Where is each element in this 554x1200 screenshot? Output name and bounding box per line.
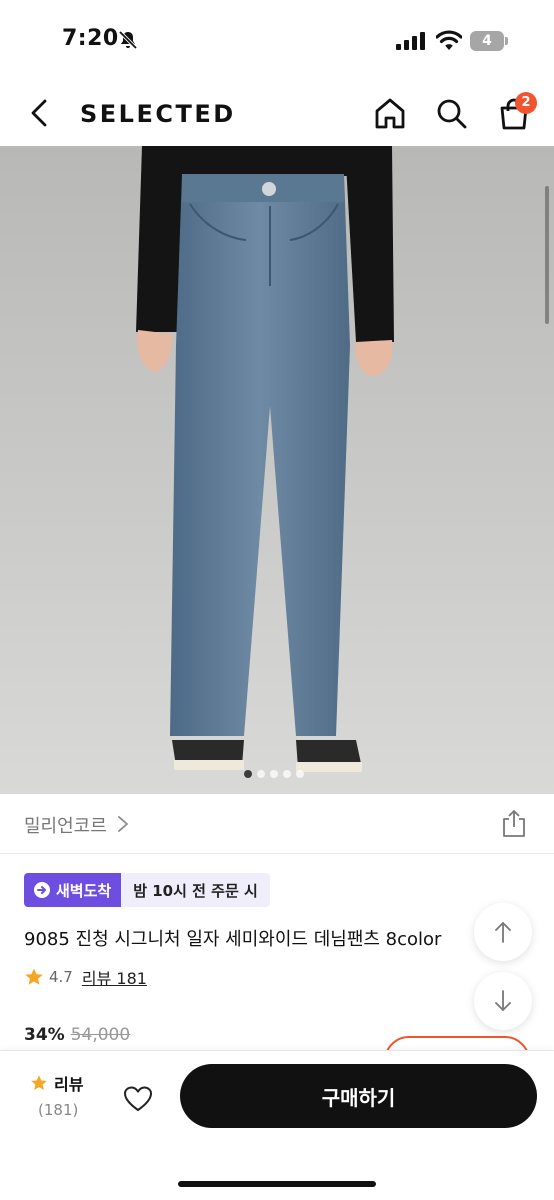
dawn-delivery-label: 새벽도착 [56, 881, 112, 900]
buy-button[interactable]: 구매하기 [180, 1064, 537, 1128]
review-link[interactable]: 리뷰 181 [82, 965, 147, 989]
home-icon[interactable] [372, 96, 408, 132]
carousel-dot[interactable] [270, 770, 278, 778]
bottom-action-bar: 리뷰 (181) 구매하기 [0, 1050, 554, 1200]
price-row: 34% 54,000 [24, 1025, 130, 1045]
delivery-tag-row: 새벽도착 밤 10시 전 주문 시 [24, 873, 270, 907]
seller-row[interactable]: 밀리언코르 [0, 794, 554, 854]
rating-value: 4.7 [49, 968, 73, 986]
dawn-delivery-tag: 새벽도착 [24, 873, 122, 907]
cart-count-badge: 2 [515, 92, 537, 114]
seller-name[interactable]: 밀리언코르 [24, 812, 107, 838]
status-time: 7:20 [62, 26, 119, 51]
bell-slash-icon [118, 30, 138, 50]
arrow-down-icon [495, 990, 511, 1011]
heart-icon [124, 1086, 152, 1111]
app-header: SELECTED [0, 80, 554, 146]
brand-logo[interactable]: SELECTED [80, 100, 236, 128]
battery-level: 4 [470, 31, 504, 51]
product-image[interactable] [0, 146, 554, 794]
home-indicator[interactable] [178, 1181, 376, 1187]
original-price: 54,000 [70, 1025, 131, 1045]
discount-rate: 34% [24, 1025, 65, 1045]
carousel-dot[interactable] [257, 770, 265, 778]
bottom-review-count: (181) [38, 1101, 79, 1119]
back-button[interactable] [22, 96, 56, 130]
star-icon [25, 968, 43, 985]
rating-row: 4.7 리뷰 181 [24, 965, 147, 989]
scroll-up-button[interactable] [474, 903, 532, 961]
product-title: 9085 진청 시그니처 일자 세미와이드 데님팬츠 8color [24, 929, 442, 950]
scroll-down-button[interactable] [474, 972, 532, 1030]
cellular-signal-icon [396, 32, 425, 50]
chevron-right-icon [118, 816, 128, 832]
carousel-dot[interactable] [244, 770, 252, 778]
carousel-dot[interactable] [296, 770, 304, 778]
wishlist-button[interactable] [118, 1079, 158, 1119]
carousel-dots[interactable] [244, 770, 304, 778]
arrow-up-icon [495, 922, 511, 943]
order-deadline-tag: 밤 10시 전 주문 시 [121, 873, 270, 907]
chevron-left-icon [31, 99, 47, 127]
share-icon[interactable] [500, 808, 528, 838]
star-icon [31, 1075, 47, 1091]
wifi-icon [436, 30, 462, 50]
battery-icon: 4 [470, 31, 508, 51]
bottom-review-label: 리뷰 [54, 1075, 84, 1094]
dawn-delivery-icon [34, 882, 50, 898]
carousel-dot[interactable] [283, 770, 291, 778]
status-bar: 7:20 4 [0, 0, 554, 80]
scroll-indicator[interactable] [545, 186, 549, 324]
bottom-review-summary[interactable]: 리뷰 (181) [30, 1071, 110, 1127]
search-icon[interactable] [434, 96, 470, 132]
